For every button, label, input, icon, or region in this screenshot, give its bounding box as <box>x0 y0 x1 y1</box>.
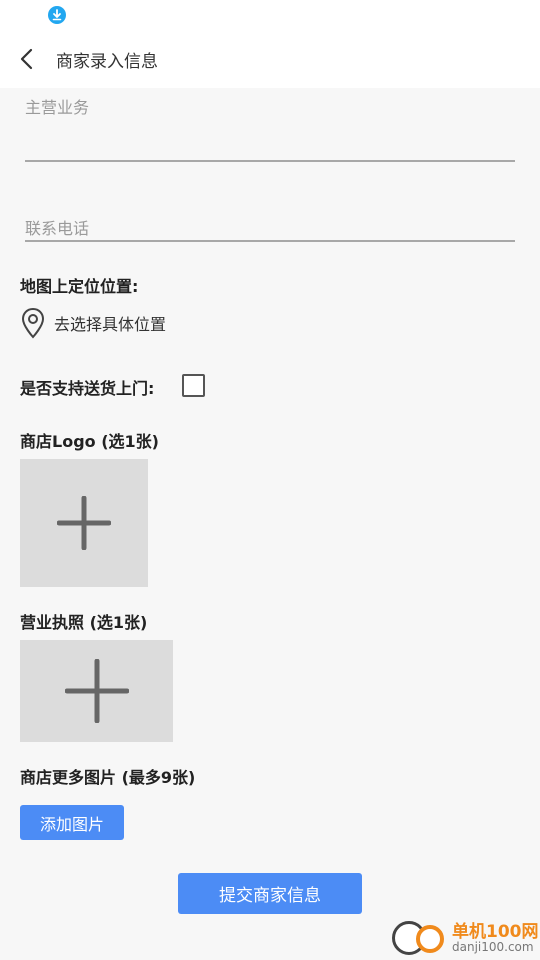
download-icon <box>48 6 66 24</box>
chevron-left-icon <box>20 48 33 70</box>
watermark-logo: 单机100网 danji100.com <box>390 915 540 960</box>
more-images-label: 商店更多图片 (最多9张) <box>20 768 196 787</box>
license-label: 营业执照 (选1张) <box>20 613 148 632</box>
phone-placeholder: 联系电话 <box>25 219 90 238</box>
submit-button[interactable]: 提交商家信息 <box>178 873 362 914</box>
logo-upload-box[interactable] <box>20 459 148 587</box>
phone-field[interactable]: 联系电话 <box>25 215 515 245</box>
status-bar <box>0 0 540 30</box>
choose-location-button[interactable]: 去选择具体位置 <box>20 307 166 339</box>
main-business-placeholder: 主营业务 <box>25 98 90 117</box>
app-toolbar: 商家录入信息 <box>0 30 540 88</box>
page-title: 商家录入信息 <box>56 52 158 72</box>
delivery-label: 是否支持送货上门: <box>20 379 155 398</box>
license-upload-box[interactable] <box>20 640 173 742</box>
map-pin-icon <box>21 307 45 339</box>
watermark-name: 单机100网 <box>452 922 539 942</box>
map-location-label: 地图上定位位置: <box>20 277 139 296</box>
phone-underline <box>25 240 515 242</box>
plus-icon <box>64 659 129 723</box>
main-business-underline <box>25 160 515 162</box>
choose-location-text: 去选择具体位置 <box>54 315 167 334</box>
delivery-checkbox[interactable] <box>182 374 205 397</box>
logo-label: 商店Logo (选1张) <box>20 432 159 451</box>
back-button[interactable] <box>10 42 44 76</box>
watermark-url: danji100.com <box>452 940 534 954</box>
plus-icon <box>57 496 111 550</box>
main-business-field[interactable]: 主营业务 <box>25 94 515 164</box>
add-image-button[interactable]: 添加图片 <box>20 805 124 840</box>
watermark-ring-icon <box>416 925 444 953</box>
